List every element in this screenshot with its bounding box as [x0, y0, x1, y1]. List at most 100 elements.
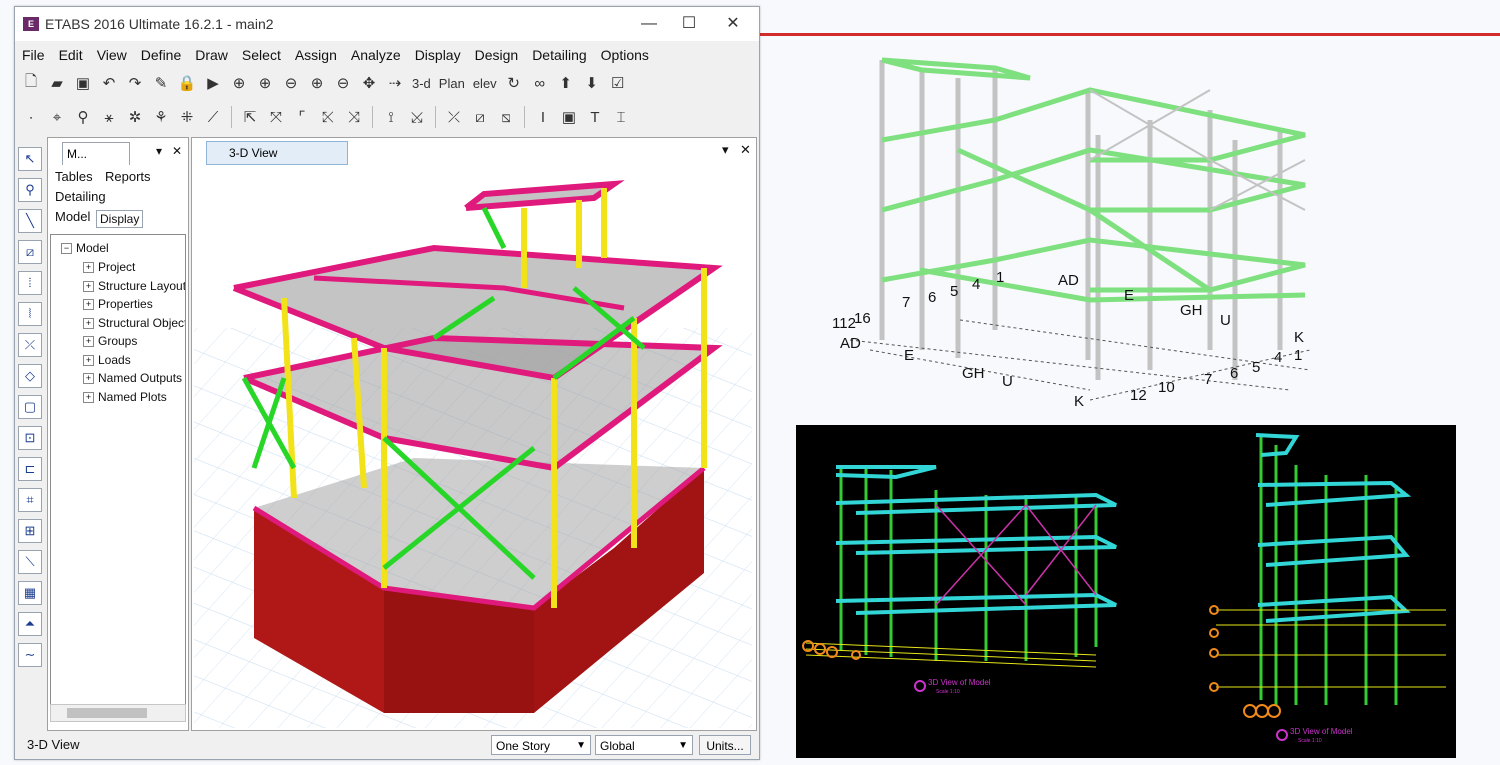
draw-wall-icon[interactable]: ⊏	[18, 457, 42, 481]
menu-draw[interactable]: Draw	[188, 43, 235, 67]
options-icon[interactable]: ☑	[606, 71, 630, 95]
expand-icon[interactable]: +	[83, 318, 94, 329]
reshape-icon[interactable]: ⚲	[18, 178, 42, 202]
expand-icon[interactable]: +	[83, 355, 94, 366]
expand-icon[interactable]: +	[83, 373, 94, 384]
draw-opening-icon[interactable]: ⌗	[18, 488, 42, 512]
assign-release-icon[interactable]: ⤩	[405, 105, 429, 129]
draw-beam-icon[interactable]: ⧄	[18, 240, 42, 264]
move-down-icon[interactable]: ⬇	[580, 71, 604, 95]
zoom-fit-icon[interactable]: ⊕	[305, 71, 329, 95]
tree-root[interactable]: − Model	[61, 241, 109, 255]
tab-model[interactable]: Model	[52, 208, 93, 225]
view-close-icon[interactable]: ✕	[740, 142, 751, 158]
pointer-icon[interactable]: ↖	[18, 147, 42, 171]
menu-detailing[interactable]: Detailing	[525, 43, 593, 67]
coord-system-select[interactable]: Global ▼	[595, 735, 693, 755]
tree-item[interactable]: + Structure Layout	[83, 279, 185, 293]
units-button[interactable]: Units...	[699, 735, 751, 755]
view-dropdown-icon[interactable]: ▾	[722, 142, 729, 158]
expand-icon[interactable]: +	[83, 262, 94, 273]
draw-area-icon[interactable]: ⊡	[18, 426, 42, 450]
expand-icon[interactable]: +	[83, 392, 94, 403]
pencil-icon[interactable]: ✎	[149, 71, 173, 95]
tree-item[interactable]: + Named Outputs	[83, 371, 182, 385]
menu-edit[interactable]: Edit	[52, 43, 90, 67]
snap-grid-icon[interactable]: ⤨	[342, 105, 366, 129]
menu-options[interactable]: Options	[594, 43, 656, 67]
minimize-button[interactable]: —	[627, 11, 671, 37]
rotate-icon[interactable]: ↻	[502, 71, 526, 95]
draw-wave-icon[interactable]: ∼	[18, 643, 42, 667]
maximize-button[interactable]: ☐	[667, 11, 711, 37]
menu-assign[interactable]: Assign	[288, 43, 344, 67]
draw-dimension-icon[interactable]: ⏶	[18, 612, 42, 636]
zoom-window-icon[interactable]: ⊕	[227, 71, 251, 95]
new-model-icon[interactable]: 🗋	[19, 71, 43, 95]
snap-icon[interactable]: ⇱	[238, 105, 262, 129]
story-select[interactable]: One Story ▼	[491, 735, 591, 755]
draw-grid-icon[interactable]: ▦	[18, 581, 42, 605]
draw-column-region-icon[interactable]: ⦚	[18, 302, 42, 326]
menu-view[interactable]: View	[90, 43, 134, 67]
draw-object-icon[interactable]: ⚲	[71, 105, 95, 129]
draw-brace-icon[interactable]: ⤫	[18, 333, 42, 357]
menu-select[interactable]: Select	[235, 43, 288, 67]
pan-icon[interactable]: ✥	[357, 71, 381, 95]
tab-detailing[interactable]: Detailing	[52, 188, 109, 205]
tab-3d-view[interactable]: 3-D View	[206, 141, 348, 165]
section-steel-icon[interactable]: ⌶	[609, 105, 633, 129]
brace-icon[interactable]: ⤫	[442, 105, 466, 129]
menu-analyze[interactable]: Analyze	[344, 43, 408, 67]
tab-reports[interactable]: Reports	[102, 168, 154, 185]
tree-horizontal-scrollbar[interactable]	[50, 704, 186, 722]
section-i-icon[interactable]: I	[531, 105, 555, 129]
panel-close-icon[interactable]: ✕	[172, 144, 182, 158]
zoom-previous-icon[interactable]: ⊖	[331, 71, 355, 95]
rubber-band-icon[interactable]: ⇢	[383, 71, 407, 95]
draw-spring-icon[interactable]: ✲	[123, 105, 147, 129]
tree-item[interactable]: + Structural Objects	[83, 316, 185, 330]
draw-rect-floor-icon[interactable]: ▢	[18, 395, 42, 419]
open-icon[interactable]: ▰	[45, 71, 69, 95]
section-t-icon[interactable]: T	[583, 105, 607, 129]
draw-constraint-icon[interactable]: ⁜	[175, 105, 199, 129]
snap-end-icon[interactable]: ⌜	[290, 105, 314, 129]
zoom-in-icon[interactable]: ⊕	[253, 71, 277, 95]
collapse-icon[interactable]: −	[61, 243, 72, 254]
menu-design[interactable]: Design	[468, 43, 526, 67]
draw-floor-icon[interactable]: ◇	[18, 364, 42, 388]
3d-model-canvas[interactable]	[194, 168, 752, 728]
save-icon[interactable]: ▣	[71, 71, 95, 95]
panel-dropdown-icon[interactable]: ▾	[156, 144, 162, 158]
draw-support-icon[interactable]: ⚘	[149, 105, 173, 129]
expand-icon[interactable]: +	[83, 281, 94, 292]
draw-panel-icon[interactable]: ⊞	[18, 519, 42, 543]
draw-point-icon[interactable]: ⌖	[45, 105, 69, 129]
draw-tendon-icon[interactable]: ⟍	[18, 550, 42, 574]
section-box-icon[interactable]: ▣	[557, 105, 581, 129]
tree-item[interactable]: + Named Plots	[83, 390, 167, 404]
draw-joint-icon[interactable]: ∙	[19, 105, 43, 129]
close-button[interactable]: ✕	[711, 11, 755, 37]
tree-item[interactable]: + Groups	[83, 334, 137, 348]
wall-icon[interactable]: ⧄	[468, 105, 492, 129]
tree-item[interactable]: + Properties	[83, 297, 153, 311]
menu-define[interactable]: Define	[134, 43, 188, 67]
zoom-out-icon[interactable]: ⊖	[279, 71, 303, 95]
draw-line-icon[interactable]: ╲	[18, 209, 42, 233]
move-up-icon[interactable]: ⬆	[554, 71, 578, 95]
elevation-view-button[interactable]: elev	[470, 71, 500, 95]
tab-tables[interactable]: Tables	[52, 168, 96, 185]
redo-icon[interactable]: ↷	[123, 71, 147, 95]
slab-icon[interactable]: ⧅	[494, 105, 518, 129]
glasses-icon[interactable]: ∞	[528, 71, 552, 95]
tab-display[interactable]: Display	[96, 210, 144, 228]
menu-display[interactable]: Display	[408, 43, 468, 67]
tree-item[interactable]: + Loads	[83, 353, 131, 367]
menu-file[interactable]: File	[15, 43, 52, 67]
draw-column-icon[interactable]: ⦙	[18, 271, 42, 295]
expand-icon[interactable]: +	[83, 336, 94, 347]
scrollbar-thumb[interactable]	[67, 708, 147, 718]
lock-icon[interactable]: 🔒	[175, 71, 199, 95]
